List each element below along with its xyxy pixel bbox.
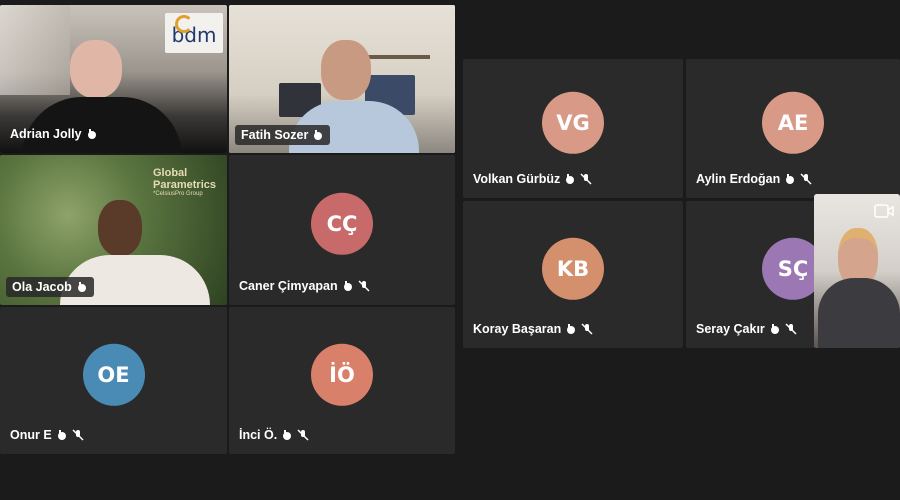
participant-name: Onur E xyxy=(10,428,84,442)
participant-name: Seray Çakır xyxy=(696,322,797,336)
logo-ring-icon xyxy=(175,15,193,33)
avatar: VG xyxy=(542,91,604,154)
avatar: CÇ xyxy=(311,192,373,255)
raise-hand-icon xyxy=(77,282,86,292)
raise-hand-icon xyxy=(283,430,292,440)
overlay-title: Global Parametrics *CelsiusPro Group xyxy=(153,167,221,197)
participant-name: Koray Başaran xyxy=(473,322,593,336)
person-silhouette xyxy=(70,40,122,98)
participant-name: İnci Ö. xyxy=(239,428,309,442)
participant-name: Adrian Jolly xyxy=(10,127,98,141)
muted-mic-icon xyxy=(72,429,84,441)
participant-tile-koray[interactable]: KB Koray Başaran xyxy=(463,201,683,348)
muted-mic-icon xyxy=(358,280,370,292)
self-view-thumbnail[interactable] xyxy=(814,194,900,348)
participant-name: Caner Çimyapan xyxy=(239,279,370,293)
window-light xyxy=(0,5,70,95)
avatar: OE xyxy=(82,343,145,406)
muted-mic-icon xyxy=(800,173,812,185)
participant-name: Ola Jacob xyxy=(6,277,94,297)
person-head xyxy=(98,200,142,256)
video-tile-adrian-jolly[interactable]: bdm Adrian Jolly xyxy=(0,5,227,153)
camera-icon[interactable] xyxy=(874,202,894,220)
raise-hand-icon xyxy=(786,174,795,184)
participant-tile-volkan[interactable]: VG Volkan Gürbüz xyxy=(463,59,683,198)
participant-tile-aylin[interactable]: AE Aylin Erdoğan xyxy=(686,59,900,198)
avatar: İÖ xyxy=(311,343,373,406)
person-head xyxy=(321,40,371,100)
bdm-logo: bdm xyxy=(165,13,223,53)
avatar: AE xyxy=(762,91,824,154)
raise-hand-icon xyxy=(57,430,66,440)
raise-hand-icon xyxy=(314,130,323,140)
participant-tile-inci[interactable]: İÖ İnci Ö. xyxy=(229,307,455,454)
overlay-subtitle-text: *CelsiusPro Group xyxy=(153,191,203,197)
video-tile-fatih-sozer[interactable]: Fatih Sozer xyxy=(229,5,455,153)
participant-name: Fatih Sozer xyxy=(235,125,331,145)
raise-hand-icon xyxy=(87,129,96,139)
avatar: KB xyxy=(542,237,604,300)
muted-mic-icon xyxy=(785,323,797,335)
participant-tile-caner[interactable]: CÇ Caner Çimyapan xyxy=(229,155,455,305)
person-body xyxy=(818,278,900,348)
muted-mic-icon xyxy=(580,173,592,185)
muted-mic-icon xyxy=(581,323,593,335)
participant-name: Volkan Gürbüz xyxy=(473,172,592,186)
raise-hand-icon xyxy=(566,174,575,184)
raise-hand-icon xyxy=(343,281,352,291)
overlay-title-text: Global Parametrics xyxy=(153,167,216,191)
participant-tile-onur[interactable]: OE Onur E xyxy=(0,307,227,454)
muted-mic-icon xyxy=(297,429,309,441)
raise-hand-icon xyxy=(567,324,576,334)
video-tile-ola-jacob[interactable]: Global Parametrics *CelsiusPro Group Ola… xyxy=(0,155,227,305)
raise-hand-icon xyxy=(770,324,779,334)
participant-name: Aylin Erdoğan xyxy=(696,172,812,186)
